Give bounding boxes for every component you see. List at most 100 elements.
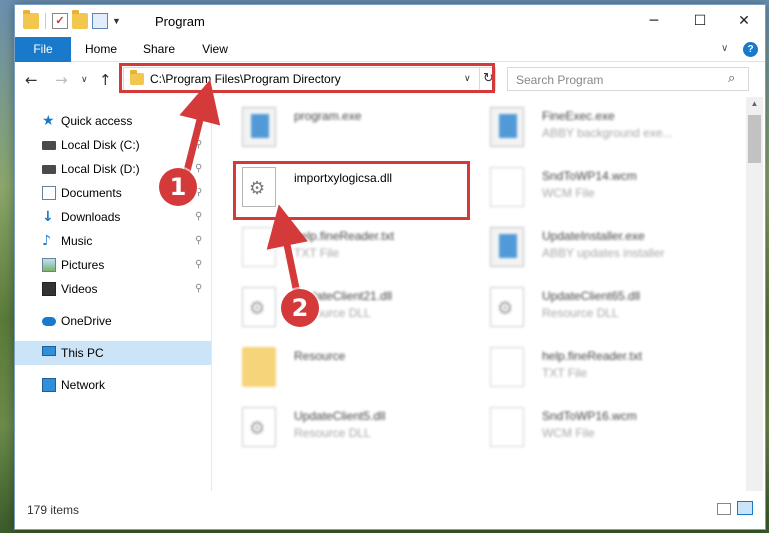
step-2-badge: 2	[281, 289, 319, 327]
ribbon-tabs: File Home Share View ∨ ?	[15, 37, 765, 62]
pin-icon: ⚲	[195, 163, 203, 174]
vertical-scrollbar[interactable]: ▲	[746, 97, 763, 491]
exe-file-icon	[490, 107, 524, 147]
sidebar-item-label: OneDrive	[61, 314, 112, 328]
file-name: help.fineReader.txt	[542, 349, 643, 363]
navigation-pane: ★ Quick access Local Disk (C:) ⚲ Local D…	[15, 97, 211, 491]
recent-locations-button[interactable]: ∨	[81, 75, 88, 85]
file-item[interactable]: Resource	[234, 339, 474, 391]
tab-home[interactable]: Home	[81, 37, 121, 62]
file-item[interactable]: help.fineReader.txt TXT File	[234, 219, 474, 271]
sidebar-item-videos[interactable]: Videos ⚲	[15, 277, 211, 301]
file-item[interactable]: UpdateClient5.dll Resource DLL	[234, 399, 474, 451]
file-description: WCM File	[542, 186, 595, 200]
help-icon[interactable]: ?	[743, 42, 758, 57]
file-item[interactable]: help.fineReader.txt TXT File	[482, 339, 722, 391]
search-input[interactable]: Search Program	[516, 73, 603, 87]
folder-icon	[23, 10, 39, 29]
close-button[interactable]: ✕	[721, 5, 765, 37]
file-item[interactable]: UpdateInstaller.exe ABBY updates install…	[482, 219, 722, 271]
large-icons-view-icon[interactable]	[737, 501, 753, 515]
sidebar-item-downloads[interactable]: ↓ Downloads ⚲	[15, 205, 211, 229]
back-button[interactable]: ←	[25, 71, 38, 89]
properties-check-icon[interactable]: ✓	[52, 13, 68, 29]
maximize-button[interactable]: ☐	[677, 5, 723, 37]
file-item[interactable]: SndToWP16.wcm WCM File	[482, 399, 722, 451]
new-folder-icon[interactable]	[72, 10, 88, 29]
file-description: ABBY updates installer	[542, 246, 665, 260]
file-name: Resource	[294, 349, 346, 363]
scroll-up-arrow-icon[interactable]: ▲	[746, 99, 763, 108]
videos-icon	[42, 282, 56, 296]
file-item[interactable]: UpdateClient21.dll Resource DLL	[234, 279, 474, 331]
item-count: 179 items	[27, 503, 80, 517]
address-highlight-box	[119, 63, 495, 93]
sidebar-item-pictures[interactable]: Pictures ⚲	[15, 253, 211, 277]
file-item[interactable]: UpdateClient65.dll Resource DLL	[482, 279, 722, 331]
minimize-button[interactable]: ─	[631, 5, 677, 37]
exe-file-icon	[242, 107, 276, 147]
file-name: help.fineReader.txt	[294, 229, 395, 243]
dll-file-icon	[490, 287, 524, 327]
qat-separator	[45, 13, 46, 29]
file-description: Resource DLL	[542, 306, 619, 320]
sidebar-item-label: Local Disk (D:)	[61, 162, 140, 176]
sidebar-item-onedrive[interactable]: OneDrive	[15, 309, 211, 333]
file-description: ABBY background exe...	[542, 126, 673, 140]
search-box[interactable]: Search Program ⌕	[507, 67, 749, 91]
sidebar-item-network[interactable]: Network	[15, 373, 211, 397]
expand-ribbon-chevron-icon[interactable]: ∨	[721, 43, 728, 54]
sidebar-item-quick-access[interactable]: ★ Quick access	[15, 109, 211, 133]
file-name: program.exe	[294, 109, 362, 123]
file-highlight-box	[233, 161, 470, 220]
details-view-icon[interactable]	[717, 503, 731, 515]
file-item[interactable]: program.exe	[234, 99, 474, 151]
sidebar-item-label: Pictures	[61, 258, 105, 272]
text-file-icon	[242, 227, 276, 267]
network-icon	[42, 378, 56, 392]
download-icon: ↓	[42, 209, 54, 225]
step-1-badge: 1	[159, 168, 197, 206]
tab-file[interactable]: File	[15, 37, 71, 62]
disk-icon	[42, 165, 56, 174]
status-bar: 179 items	[15, 493, 765, 529]
sidebar-item-label: Videos	[61, 282, 98, 296]
sidebar-item-this-pc[interactable]: This PC	[15, 341, 211, 365]
exe-file-icon	[490, 227, 524, 267]
document-file-icon	[490, 407, 524, 447]
customize-qat-chevron-icon[interactable]: ▼	[112, 16, 121, 26]
sidebar-item-label: Music	[61, 234, 93, 248]
cloud-icon	[42, 317, 56, 326]
up-button[interactable]: ↑	[99, 71, 112, 89]
properties-icon[interactable]	[92, 13, 108, 29]
dll-file-icon	[242, 407, 276, 447]
forward-button[interactable]: →	[55, 71, 68, 89]
file-item[interactable]: SndToWP14.wcm WCM File	[482, 159, 722, 211]
quick-access-toolbar: ✓ ▼	[23, 10, 121, 29]
scroll-thumb[interactable]	[748, 115, 761, 163]
pin-icon: ⚲	[195, 139, 203, 150]
tab-share[interactable]: Share	[139, 37, 179, 62]
pin-icon: ⚲	[195, 235, 203, 246]
file-description: TXT File	[542, 366, 588, 380]
file-name: SndToWP16.wcm	[542, 409, 637, 423]
sidebar-item-local-disk-c[interactable]: Local Disk (C:) ⚲	[15, 133, 211, 157]
sidebar-item-music[interactable]: ♪ Music ⚲	[15, 229, 211, 253]
file-name: UpdateClient5.dll	[294, 409, 386, 423]
pin-icon: ⚲	[195, 283, 203, 294]
file-name: UpdateInstaller.exe	[542, 229, 645, 243]
document-file-icon	[490, 167, 524, 207]
sidebar-item-label: This PC	[61, 346, 104, 360]
file-item[interactable]: FineExec.exe ABBY background exe...	[482, 99, 722, 151]
file-name: UpdateClient65.dll	[542, 289, 641, 303]
file-description: Resource DLL	[294, 426, 371, 440]
sidebar-item-label: Network	[61, 378, 106, 392]
sidebar-item-label: Quick access	[61, 114, 133, 128]
tab-view[interactable]: View	[195, 37, 235, 62]
search-icon[interactable]: ⌕	[728, 71, 735, 86]
dll-file-icon	[242, 287, 276, 327]
title-bar: ✓ ▼ Program ─ ☐ ✕	[15, 5, 765, 37]
folder-icon	[242, 347, 276, 387]
sidebar-item-label: Downloads	[61, 210, 121, 224]
star-icon: ★	[42, 113, 55, 129]
